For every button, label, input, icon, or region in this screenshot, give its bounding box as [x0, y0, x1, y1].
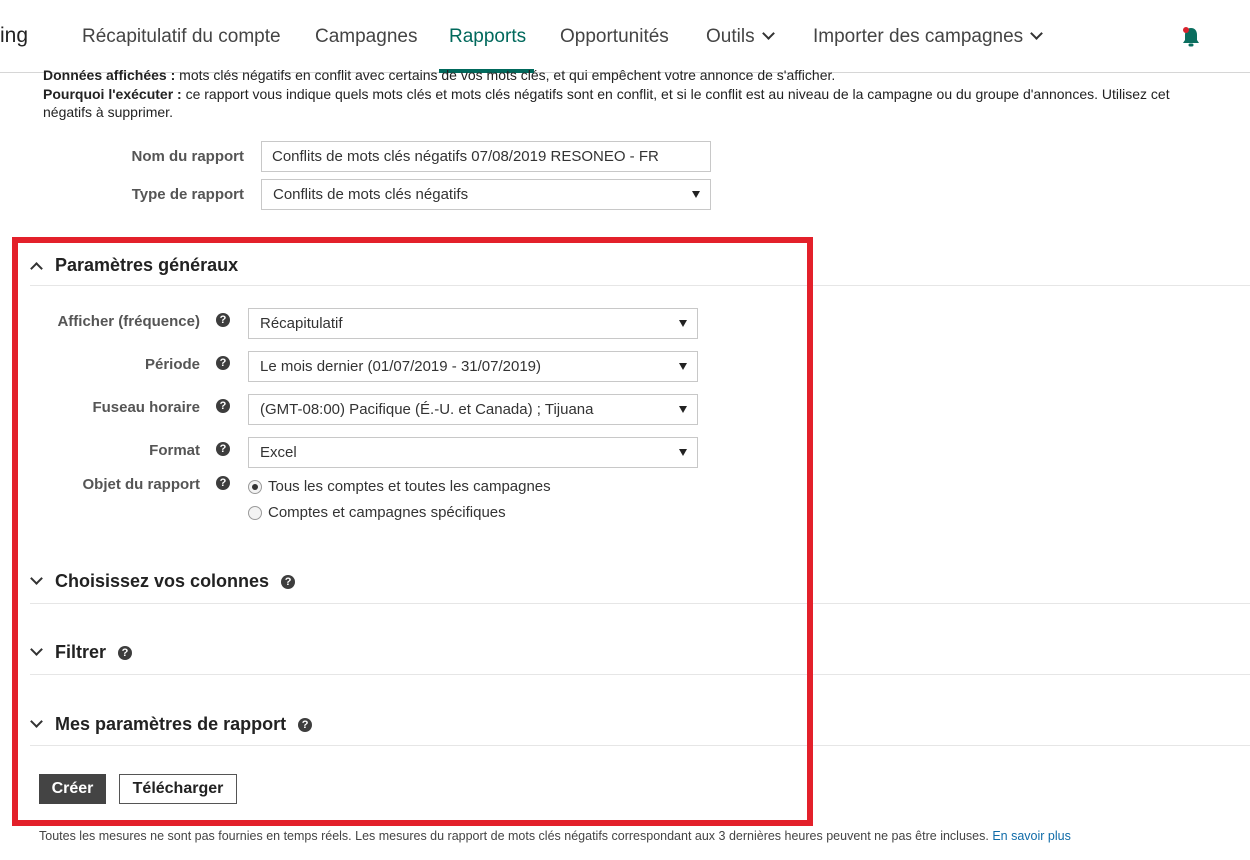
caret-down-icon: [679, 363, 687, 370]
help-icon[interactable]: ?: [216, 356, 230, 370]
format-value: Excel: [260, 444, 297, 461]
divider: [30, 745, 1250, 746]
divider: [30, 285, 1250, 286]
timezone-select[interactable]: (GMT-08:00) Pacifique (É.-U. et Canada) …: [248, 394, 698, 425]
scope-option-label: Comptes et campagnes spécifiques: [268, 504, 506, 521]
nav-item-reports[interactable]: Rapports: [449, 26, 526, 48]
footer-note: Toutes les mesures ne sont pas fournies …: [39, 829, 1071, 843]
learn-more-link[interactable]: En savoir plus: [992, 829, 1071, 843]
brand-logo-text[interactable]: ing: [0, 24, 28, 48]
report-name-label: Nom du rapport: [131, 148, 245, 165]
period-label: Période: [144, 356, 200, 373]
divider: [30, 674, 1250, 675]
scope-option-label: Tous les comptes et toutes les campagnes: [268, 478, 551, 495]
timezone-label: Fuseau horaire: [92, 399, 200, 416]
caret-down-icon: [679, 406, 687, 413]
description-text: mots clés négatifs en conflit avec certa…: [175, 67, 836, 83]
chevron-down-icon: [30, 715, 43, 728]
report-scope-label: Objet du rapport: [82, 476, 201, 493]
frequency-select[interactable]: Récapitulatif: [248, 308, 698, 339]
nav-item-tools-label: Outils: [706, 26, 755, 47]
scope-option-specific[interactable]: Comptes et campagnes spécifiques: [248, 504, 506, 521]
help-icon[interactable]: ?: [281, 574, 296, 589]
download-button[interactable]: Télécharger: [119, 774, 237, 804]
help-icon[interactable]: ?: [216, 476, 230, 490]
divider: [30, 603, 1250, 604]
bell-icon[interactable]: [1181, 26, 1201, 48]
section-my-report-settings-header[interactable]: Mes paramètres de rapport ?: [30, 714, 313, 735]
chevron-down-icon: [1030, 27, 1044, 40]
section-title: Paramètres généraux: [55, 255, 239, 275]
section-title: Choisissez vos colonnes: [55, 571, 270, 591]
frequency-label: Afficher (fréquence): [57, 313, 200, 330]
nav-item-import-campaigns[interactable]: Importer des campagnes: [813, 26, 1044, 48]
report-name-input[interactable]: [261, 141, 711, 172]
description-displayed-data: Données affichées : mots clés négatifs e…: [43, 66, 1250, 84]
report-type-value: Conflits de mots clés négatifs: [273, 186, 469, 203]
chevron-down-icon: [30, 572, 43, 585]
scope-option-all[interactable]: Tous les comptes et toutes les campagnes: [248, 478, 551, 495]
caret-down-icon: [679, 320, 687, 327]
section-title: Filtrer: [55, 642, 107, 662]
format-label: Format: [149, 442, 200, 459]
help-icon[interactable]: ?: [216, 399, 230, 413]
report-type-select[interactable]: Conflits de mots clés négatifs: [261, 179, 711, 210]
description-why-run: Pourquoi l'exécuter : ce rapport vous in…: [43, 85, 1250, 103]
nav-item-account-summary[interactable]: Récapitulatif du compte: [82, 26, 281, 48]
radio-button[interactable]: [248, 505, 262, 520]
section-general-settings-header[interactable]: Paramètres généraux: [30, 255, 239, 276]
section-title: Mes paramètres de rapport: [55, 714, 287, 734]
help-icon[interactable]: ?: [298, 717, 313, 732]
create-button[interactable]: Créer: [39, 774, 106, 804]
format-select[interactable]: Excel: [248, 437, 698, 468]
period-select[interactable]: Le mois dernier (01/07/2019 - 31/07/2019…: [248, 351, 698, 382]
nav-item-opportunities[interactable]: Opportunités: [560, 26, 669, 48]
description-label: Données affichées :: [43, 67, 176, 83]
description-continuation: négatifs à supprimer.: [43, 104, 173, 120]
nav-item-import-label: Importer des campagnes: [813, 26, 1024, 47]
nav-item-tools[interactable]: Outils: [706, 26, 775, 48]
top-navigation: ing Récapitulatif du compte Campagnes Ra…: [0, 0, 1250, 73]
description-label: Pourquoi l'exécuter :: [43, 86, 182, 102]
description-text: ce rapport vous indique quels mots clés …: [181, 86, 1170, 102]
footer-note-text: Toutes les mesures ne sont pas fournies …: [39, 829, 993, 843]
help-icon[interactable]: ?: [118, 645, 133, 660]
section-filter-header[interactable]: Filtrer ?: [30, 642, 133, 663]
period-value: Le mois dernier (01/07/2019 - 31/07/2019…: [260, 358, 542, 375]
radio-button-selected[interactable]: [248, 479, 262, 494]
section-choose-columns-header[interactable]: Choisissez vos colonnes ?: [30, 571, 296, 592]
timezone-value: (GMT-08:00) Pacifique (É.-U. et Canada) …: [260, 401, 594, 418]
caret-down-icon: [692, 191, 700, 198]
chevron-up-icon: [30, 262, 43, 275]
frequency-value: Récapitulatif: [260, 315, 343, 332]
caret-down-icon: [679, 449, 687, 456]
chevron-down-icon: [30, 643, 43, 656]
help-icon[interactable]: ?: [216, 442, 230, 456]
report-type-label: Type de rapport: [131, 186, 244, 203]
chevron-down-icon: [761, 27, 775, 40]
nav-item-campaigns[interactable]: Campagnes: [315, 26, 417, 48]
help-icon[interactable]: ?: [216, 313, 230, 327]
